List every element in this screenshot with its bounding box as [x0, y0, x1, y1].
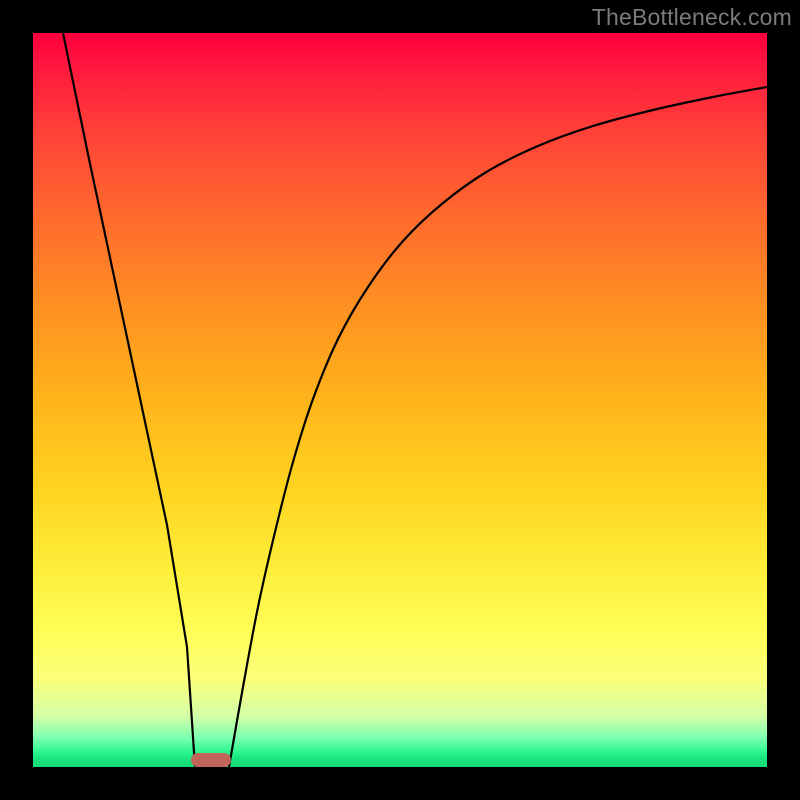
- curve-right-branch: [229, 87, 767, 767]
- optimum-marker: [191, 753, 231, 767]
- curve-svg: [33, 33, 767, 767]
- chart-frame: TheBottleneck.com: [0, 0, 800, 800]
- curve-left-branch: [63, 33, 195, 767]
- plot-area: [33, 33, 767, 767]
- watermark-text: TheBottleneck.com: [592, 4, 792, 31]
